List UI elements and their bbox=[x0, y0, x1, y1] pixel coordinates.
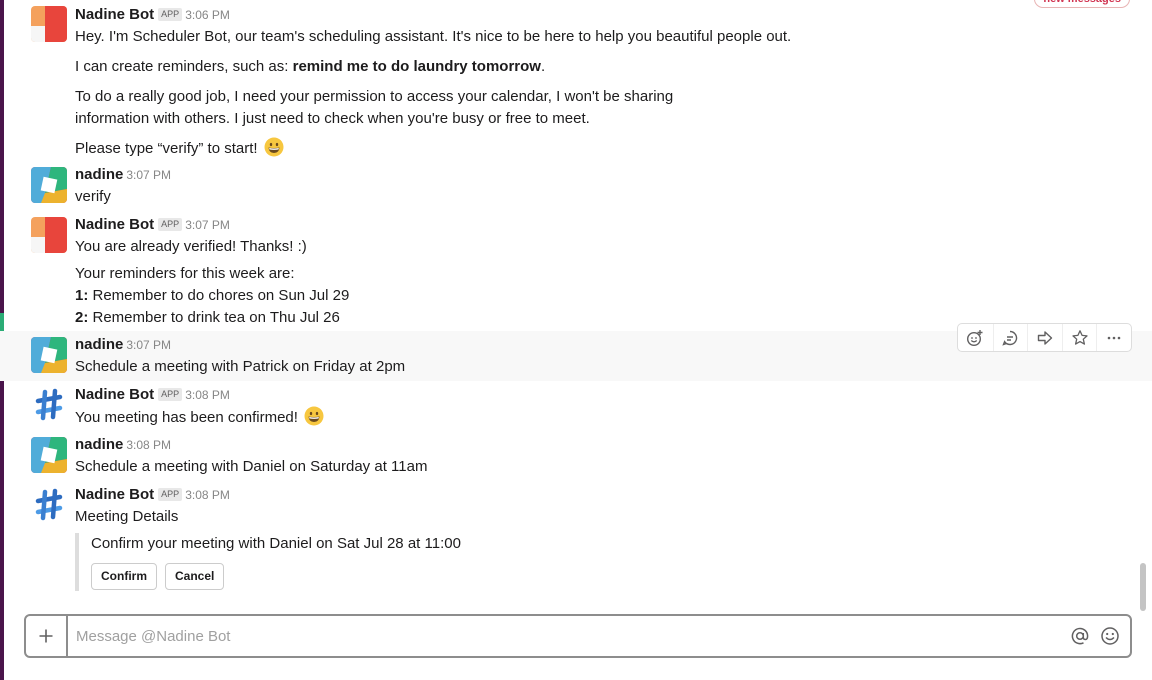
star-icon[interactable] bbox=[1061, 324, 1097, 351]
new-messages-banner[interactable]: new messages bbox=[1034, 0, 1130, 8]
sender-name[interactable]: nadine bbox=[75, 436, 123, 453]
message-text: Hey. I'm Scheduler Bot, our team's sched… bbox=[75, 28, 792, 45]
user-avatar[interactable] bbox=[31, 167, 67, 203]
reminder-item: 2: Remember to drink tea on Thu Jul 26 bbox=[75, 309, 340, 326]
bot-avatar[interactable] bbox=[31, 487, 67, 523]
sender-name[interactable]: Nadine Bot bbox=[75, 6, 154, 23]
timestamp[interactable]: 3:06 PM bbox=[185, 8, 230, 22]
sender-name[interactable]: Nadine Bot bbox=[75, 486, 154, 503]
message-text: Meeting Details bbox=[75, 508, 179, 525]
message-text: To do a really good job, I need your per… bbox=[75, 88, 674, 105]
message-actions-toolbar bbox=[957, 323, 1132, 352]
attachment-text: Confirm your meeting with Daniel on Sat … bbox=[91, 535, 461, 552]
timestamp[interactable]: 3:07 PM bbox=[126, 338, 171, 352]
sender-name[interactable]: nadine bbox=[75, 166, 123, 183]
timestamp[interactable]: 3:07 PM bbox=[126, 168, 171, 182]
bot-avatar[interactable] bbox=[31, 387, 67, 423]
emoji-picker-icon[interactable] bbox=[1099, 625, 1121, 647]
message-text: information with others. I just need to … bbox=[75, 110, 590, 127]
app-badge: APP bbox=[158, 488, 183, 501]
user-avatar[interactable] bbox=[31, 337, 67, 373]
share-message-icon[interactable] bbox=[1027, 324, 1062, 351]
add-reaction-icon[interactable] bbox=[958, 324, 993, 351]
timestamp[interactable]: 3:08 PM bbox=[185, 388, 230, 402]
sender-name[interactable]: nadine bbox=[75, 336, 123, 353]
app-badge: APP bbox=[158, 218, 183, 231]
unread-marker bbox=[0, 313, 4, 331]
confirm-button[interactable]: Confirm bbox=[91, 563, 157, 590]
message-attachment: Confirm your meeting with Daniel on Sat … bbox=[75, 533, 475, 591]
message-text: You are already verified! Thanks! :) bbox=[75, 238, 307, 255]
message-input[interactable] bbox=[76, 624, 1036, 648]
app-badge: APP bbox=[158, 8, 183, 21]
start-thread-icon[interactable] bbox=[992, 324, 1028, 351]
mention-icon[interactable] bbox=[1069, 625, 1091, 647]
more-actions-icon[interactable] bbox=[1096, 324, 1131, 351]
sender-name[interactable]: Nadine Bot bbox=[75, 216, 154, 233]
message-text: Your reminders for this week are: bbox=[75, 265, 295, 282]
app-badge: APP bbox=[158, 388, 183, 401]
message-text: Please type “verify” to start! bbox=[75, 137, 284, 159]
scrollbar[interactable] bbox=[1140, 563, 1146, 611]
cancel-button[interactable]: Cancel bbox=[165, 563, 225, 590]
sender-name[interactable]: Nadine Bot bbox=[75, 386, 154, 403]
bot-avatar[interactable] bbox=[31, 217, 67, 253]
message-text: Schedule a meeting with Daniel on Saturd… bbox=[75, 458, 428, 475]
grinning-emoji-icon bbox=[264, 137, 284, 157]
grinning-emoji-icon bbox=[304, 406, 324, 426]
reminder-item: 1: Remember to do chores on Sun Jul 29 bbox=[75, 287, 350, 304]
timestamp[interactable]: 3:08 PM bbox=[185, 488, 230, 502]
user-avatar[interactable] bbox=[31, 437, 67, 473]
message-text: You meeting has been confirmed! bbox=[75, 406, 324, 428]
message-text: Schedule a meeting with Patrick on Frida… bbox=[75, 358, 406, 375]
message-composer bbox=[24, 614, 1132, 658]
add-attachment-button[interactable] bbox=[26, 616, 68, 656]
message-text: verify bbox=[75, 188, 111, 205]
plus-icon bbox=[39, 629, 53, 643]
timestamp[interactable]: 3:07 PM bbox=[185, 218, 230, 232]
message-text: I can create reminders, such as: remind … bbox=[75, 58, 546, 75]
bot-avatar[interactable] bbox=[31, 6, 67, 42]
timestamp[interactable]: 3:08 PM bbox=[126, 438, 171, 452]
